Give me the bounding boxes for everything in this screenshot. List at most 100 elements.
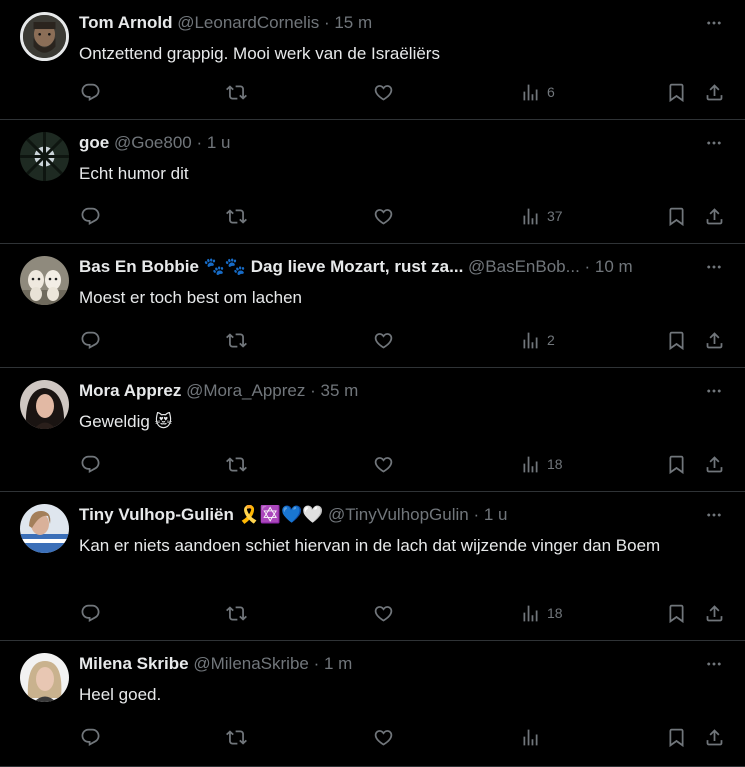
views-button[interactable]: 6 — [520, 80, 555, 104]
share-button[interactable] — [704, 328, 725, 352]
user-handle[interactable]: @LeonardCornelis — [177, 13, 319, 32]
timestamp[interactable]: 10 m — [595, 257, 633, 276]
share-button[interactable] — [704, 204, 725, 228]
avatar-woman-flag[interactable] — [20, 504, 69, 553]
bookmark-button[interactable] — [666, 80, 687, 104]
bookmark-icon — [666, 454, 687, 475]
view-count: 18 — [547, 605, 563, 621]
share-button[interactable] — [704, 452, 725, 476]
reply-icon — [80, 603, 101, 624]
share-button[interactable] — [704, 601, 725, 625]
retweet-icon — [226, 454, 247, 475]
reply-tweet[interactable]: goe @Goe800 · 1 u Echt humor dit 37 — [0, 120, 745, 244]
bookmark-button[interactable] — [666, 328, 687, 352]
reply-tweet[interactable]: Tom Arnold @LeonardCornelis · 15 m Ontze… — [0, 0, 745, 120]
analytics-icon — [520, 330, 541, 351]
avatar-trees[interactable] — [20, 132, 69, 181]
timestamp[interactable]: 35 m — [320, 381, 358, 400]
reply-icon — [80, 206, 101, 227]
timestamp[interactable]: 15 m — [334, 13, 372, 32]
more-options-icon[interactable] — [705, 258, 723, 276]
views-button[interactable]: 37 — [520, 204, 563, 228]
timestamp[interactable]: 1 u — [207, 133, 231, 152]
like-button[interactable] — [373, 725, 394, 749]
bookmark-button[interactable] — [666, 452, 687, 476]
share-button[interactable] — [704, 725, 725, 749]
bookmark-button[interactable] — [666, 204, 687, 228]
retweet-button[interactable] — [226, 725, 247, 749]
timestamp[interactable]: 1 m — [324, 654, 352, 673]
avatar-woman[interactable] — [20, 380, 69, 429]
views-button[interactable]: 18 — [520, 452, 563, 476]
heart-icon — [373, 727, 394, 748]
share-icon — [704, 330, 725, 351]
user-handle[interactable]: @BasEnBob... — [468, 257, 580, 276]
retweet-button[interactable] — [226, 328, 247, 352]
bookmark-icon — [666, 206, 687, 227]
share-icon — [704, 603, 725, 624]
analytics-icon — [520, 454, 541, 475]
analytics-icon — [520, 727, 541, 748]
reply-tweet[interactable]: Tiny Vulhop-Guliën 🎗️✡️💙🤍 @TinyVulhopGul… — [0, 492, 745, 641]
display-name[interactable]: Milena Skribe — [79, 654, 189, 673]
share-icon — [704, 82, 725, 103]
bookmark-icon — [666, 603, 687, 624]
views-button[interactable]: 2 — [520, 328, 555, 352]
reply-button[interactable] — [80, 452, 101, 476]
like-button[interactable] — [373, 601, 394, 625]
display-name[interactable]: Tiny Vulhop-Guliën 🎗️✡️💙🤍 — [79, 505, 323, 524]
display-name[interactable]: Bas En Bobbie 🐾🐾 Dag lieve Mozart, rust … — [79, 257, 463, 276]
tweet-header: Tom Arnold @LeonardCornelis · 15 m — [79, 13, 697, 33]
tweet-header: Mora Apprez @Mora_Apprez · 35 m — [79, 381, 697, 401]
display-name[interactable]: Mora Apprez — [79, 381, 181, 400]
more-options-icon[interactable] — [705, 655, 723, 673]
reply-button[interactable] — [80, 204, 101, 228]
bookmark-button[interactable] — [666, 725, 687, 749]
heart-icon — [373, 603, 394, 624]
avatar-blonde-woman[interactable] — [20, 653, 69, 702]
reply-tweet[interactable]: Mora Apprez @Mora_Apprez · 35 m Geweldig… — [0, 368, 745, 492]
more-options-icon[interactable] — [705, 506, 723, 524]
retweet-button[interactable] — [226, 80, 247, 104]
user-handle[interactable]: @Mora_Apprez — [186, 381, 305, 400]
views-button[interactable]: 18 — [520, 601, 563, 625]
views-button[interactable] — [520, 725, 547, 749]
share-icon — [704, 727, 725, 748]
view-count: 6 — [547, 84, 555, 100]
reply-button[interactable] — [80, 80, 101, 104]
reply-button[interactable] — [80, 601, 101, 625]
bookmark-button[interactable] — [666, 601, 687, 625]
timestamp[interactable]: 1 u — [484, 505, 508, 524]
tweet-header: goe @Goe800 · 1 u — [79, 133, 697, 153]
user-handle[interactable]: @TinyVulhopGulin — [328, 505, 469, 524]
more-options-icon[interactable] — [705, 134, 723, 152]
like-button[interactable] — [373, 328, 394, 352]
share-icon — [704, 454, 725, 475]
avatar-dogs[interactable] — [20, 256, 69, 305]
share-button[interactable] — [704, 80, 725, 104]
avatar-bearded-man[interactable] — [20, 12, 69, 61]
more-options-icon[interactable] — [705, 14, 723, 32]
share-icon — [704, 206, 725, 227]
like-button[interactable] — [373, 204, 394, 228]
user-handle[interactable]: @MilenaSkribe — [193, 654, 309, 673]
like-button[interactable] — [373, 80, 394, 104]
bookmark-icon — [666, 82, 687, 103]
user-handle[interactable]: @Goe800 — [114, 133, 192, 152]
reply-tweet[interactable]: Bas En Bobbie 🐾🐾 Dag lieve Mozart, rust … — [0, 244, 745, 368]
display-name[interactable]: Tom Arnold — [79, 13, 172, 32]
retweet-icon — [226, 206, 247, 227]
more-options-icon[interactable] — [705, 382, 723, 400]
like-button[interactable] — [373, 452, 394, 476]
reply-button[interactable] — [80, 725, 101, 749]
view-count: 2 — [547, 332, 555, 348]
reply-button[interactable] — [80, 328, 101, 352]
retweet-button[interactable] — [226, 452, 247, 476]
retweet-button[interactable] — [226, 204, 247, 228]
tweet-text: Geweldig 😻 — [79, 412, 173, 431]
analytics-icon — [520, 206, 541, 227]
reply-tweet[interactable]: Milena Skribe @MilenaSkribe · 1 m Heel g… — [0, 641, 745, 767]
display-name[interactable]: goe — [79, 133, 109, 152]
tweet-text: Echt humor dit — [79, 164, 189, 183]
retweet-button[interactable] — [226, 601, 247, 625]
